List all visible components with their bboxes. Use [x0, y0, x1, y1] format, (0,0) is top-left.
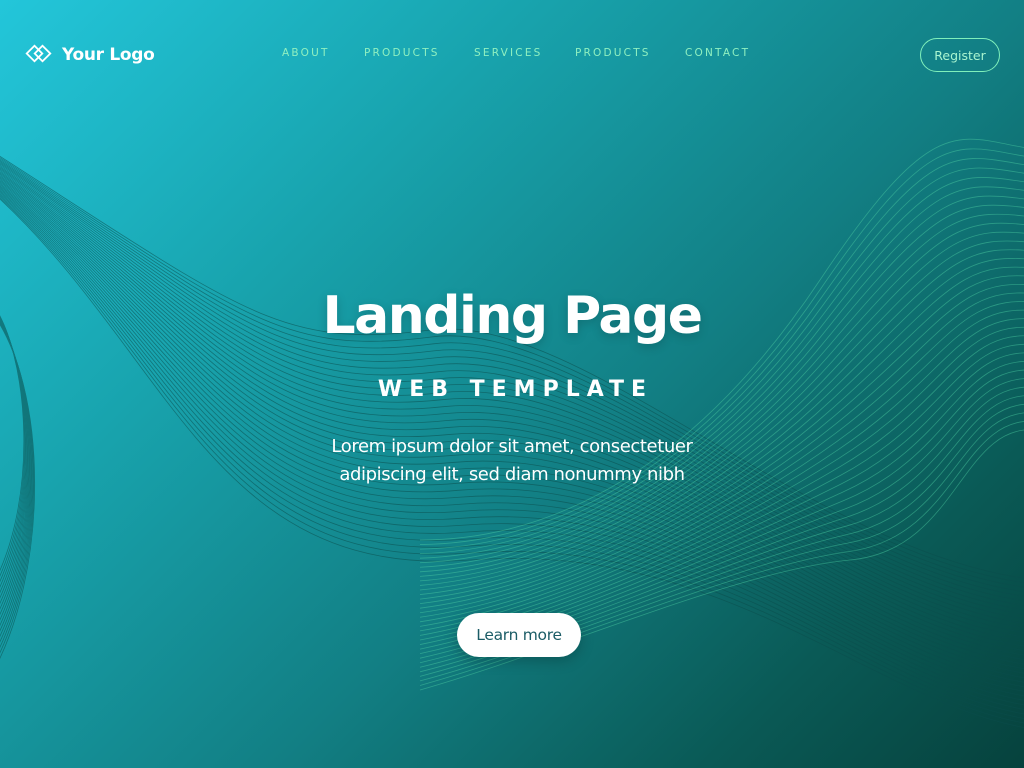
nav-item-products[interactable]: PRODUCTS [364, 47, 440, 59]
hero-title: Landing Page [322, 286, 703, 346]
right-wave-line [419, 186, 1024, 564]
left-curl-line [0, 321, 32, 632]
register-button[interactable]: Register [920, 38, 1000, 72]
left-curl-line [0, 318, 28, 599]
hero-description-line-2: adipiscing elit, sed diam nonummy nibh [339, 464, 685, 485]
left-curl-line [0, 322, 34, 643]
left-wave-line [0, 159, 1024, 592]
main-menu: ABOUT PRODUCTS SERVICES PRODUCTS CONTACT [0, 47, 1024, 63]
left-wave-line [0, 179, 1024, 660]
hero-subtitle: WEB TEMPLATE [377, 377, 654, 402]
right-wave-line [419, 222, 1024, 582]
left-wave-line [0, 155, 1024, 579]
right-wave-line [419, 167, 1024, 555]
left-wave-line [0, 185, 1024, 683]
nav-item-contact[interactable]: CONTACT [685, 47, 750, 59]
learn-more-button[interactable]: Learn more [457, 613, 581, 657]
left-curl-line [0, 320, 31, 621]
left-curl-line [0, 317, 27, 588]
nav-item-about[interactable]: ABOUT [282, 47, 330, 59]
left-curl-line [0, 316, 26, 582]
hero-description: Lorem ipsum dolor sit amet, consectetuer… [262, 433, 762, 489]
left-wave-line [0, 181, 1024, 670]
left-wave-line [0, 180, 1024, 665]
left-curl-line [0, 322, 34, 648]
left-curl-line [0, 318, 29, 604]
nav-item-services[interactable]: SERVICES [474, 47, 543, 59]
left-curl-line [0, 324, 35, 659]
left-wave-line [0, 157, 1024, 583]
left-wave-line [0, 173, 1024, 642]
right-wave-lines [419, 138, 1024, 691]
left-wave-line [0, 176, 1024, 651]
left-wave-line [0, 184, 1024, 679]
left-curl-line [0, 317, 27, 593]
left-wave-line [0, 177, 1024, 656]
left-curl-line [0, 321, 33, 637]
top-navigation: Your Logo ABOUT PRODUCTS SERVICES PRODUC… [0, 0, 1024, 110]
left-curl-line [0, 319, 30, 615]
left-curl-line [0, 320, 31, 626]
hero-description-line-1: Lorem ipsum dolor sit amet, consectetuer [331, 436, 693, 457]
nav-item-products-2[interactable]: PRODUCTS [575, 47, 651, 59]
right-wave-line [419, 158, 1024, 550]
left-wave-line [0, 172, 1024, 638]
right-wave-line [419, 361, 1024, 655]
left-wave-line [0, 175, 1024, 647]
right-wave-line [419, 177, 1024, 559]
left-wave-line [0, 182, 1024, 674]
left-curl-line [0, 323, 35, 654]
left-curl-line [0, 319, 29, 610]
left-wave-line [0, 158, 1024, 588]
